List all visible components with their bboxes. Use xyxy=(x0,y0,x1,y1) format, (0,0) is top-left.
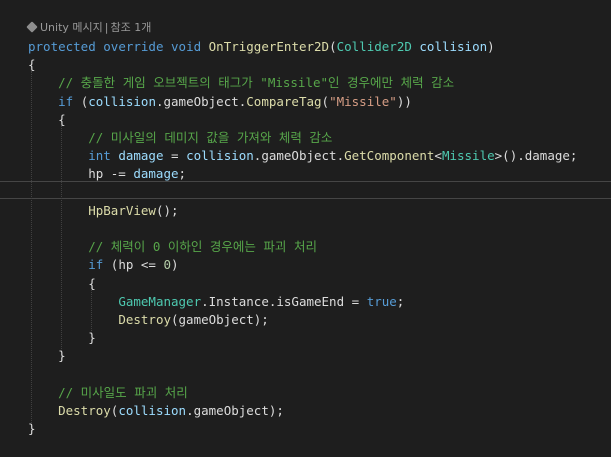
code-token: damage xyxy=(133,166,179,182)
code-token: { xyxy=(28,275,96,291)
code-token: damage xyxy=(118,148,164,164)
code-line[interactable] xyxy=(0,184,611,202)
code-line[interactable] xyxy=(0,366,611,384)
code-token: GameManager xyxy=(118,293,202,309)
code-token: void xyxy=(171,39,202,54)
code-token: 0 xyxy=(163,257,172,273)
code-token: int xyxy=(88,148,111,164)
code-token: // 충돌한 게임 오브젝트의 태그가 "Missile"인 경우에만 체력 감… xyxy=(58,75,455,91)
code-token: protected xyxy=(28,39,96,54)
code-token: collision xyxy=(419,39,488,54)
codelens-separator: | xyxy=(104,20,109,34)
code-token: (hp <= xyxy=(103,257,164,273)
code-token: < xyxy=(434,148,442,164)
code-token: // 미사일의 데미지 값을 가져와 체력 감소 xyxy=(88,130,333,145)
code-token: override xyxy=(103,39,164,54)
code-token: { xyxy=(28,57,36,73)
codelens-references[interactable]: 참조 1개 xyxy=(110,19,151,35)
code-line[interactable]: { xyxy=(0,111,611,129)
code-token: collision xyxy=(186,148,254,164)
code-line[interactable]: HpBarView(); xyxy=(0,202,611,220)
code-token: = xyxy=(163,148,187,164)
code-token: (gameObject); xyxy=(171,312,269,327)
code-line[interactable]: protected override void OnTriggerEnter2D… xyxy=(0,38,611,56)
code-token: // 미사일도 파괴 처리 xyxy=(58,384,188,400)
code-line[interactable] xyxy=(0,220,611,238)
code-token: Destroy xyxy=(118,312,171,327)
code-token: if xyxy=(58,93,74,109)
code-token: ) xyxy=(171,257,179,273)
code-token: GetComponent xyxy=(344,148,435,164)
code-token: "Missile" xyxy=(329,93,397,109)
code-token: .gameObject. xyxy=(155,93,247,109)
code-token: OnTriggerEnter2D xyxy=(208,39,330,54)
code-line[interactable]: { xyxy=(0,56,611,74)
unity-icon xyxy=(26,21,38,33)
code-token: ( xyxy=(329,39,337,54)
code-line[interactable]: } xyxy=(0,329,611,347)
code-token: true xyxy=(366,293,397,309)
code-token: ) xyxy=(487,39,495,54)
codelens-unity-message[interactable]: Unity 메시지 xyxy=(26,19,103,35)
code-line[interactable]: if (collision.gameObject.CompareTag("Mis… xyxy=(0,93,611,111)
code-line[interactable]: // 미사일도 파괴 처리 xyxy=(0,384,611,402)
codelens-unity-label: Unity 메시지 xyxy=(40,21,103,34)
code-token: collision xyxy=(88,93,156,109)
code-line[interactable]: { xyxy=(0,275,611,293)
code-line[interactable]: // 체력이 0 이하인 경우에는 파괴 처리 xyxy=(0,238,611,256)
code-line[interactable]: int damage = collision.gameObject.GetCom… xyxy=(0,147,611,165)
code-token: Collider2D xyxy=(336,39,412,54)
code-token: } xyxy=(28,330,96,346)
code-token: (); xyxy=(155,202,179,218)
code-token: Destroy xyxy=(58,403,111,418)
code-token: Missile xyxy=(441,148,495,164)
code-token: } xyxy=(28,421,36,437)
code-line[interactable]: Destroy(gameObject); xyxy=(0,311,611,329)
code-token: ( xyxy=(321,93,330,109)
code-token: )) xyxy=(396,93,412,109)
code-token: hp -= xyxy=(28,166,134,182)
code-token: HpBarView xyxy=(88,202,156,218)
code-token: // 체력이 0 이하인 경우에는 파괴 처리 xyxy=(88,239,317,255)
code-token: collision xyxy=(118,403,187,418)
code-line[interactable]: } xyxy=(0,420,611,438)
code-token: ( xyxy=(73,93,89,109)
code-token: >().damage; xyxy=(494,148,578,164)
code-token: .gameObject); xyxy=(186,403,284,418)
code-line[interactable]: // 미사일의 데미지 값을 가져와 체력 감소 xyxy=(0,129,611,147)
code-line[interactable]: GameManager.Instance.isGameEnd = true; xyxy=(0,293,611,311)
codelens: Unity 메시지 | 참조 1개 xyxy=(26,19,151,35)
code-token: } xyxy=(28,348,66,364)
code-token: { xyxy=(28,111,66,127)
code-token: .Instance.isGameEnd = xyxy=(201,293,367,309)
code-token: CompareTag xyxy=(246,93,322,109)
code-token: if xyxy=(88,257,104,273)
code-editor[interactable]: Unity 메시지 | 참조 1개 protected override voi… xyxy=(0,0,611,457)
code-line[interactable]: } xyxy=(0,347,611,365)
code-line[interactable]: // 충돌한 게임 오브젝트의 태그가 "Missile"인 경우에만 체력 감… xyxy=(0,74,611,92)
code-token: ; xyxy=(396,293,405,309)
code-line[interactable]: hp -= damage; xyxy=(0,165,611,183)
code-token: ; xyxy=(178,166,187,182)
code-line[interactable]: if (hp <= 0) xyxy=(0,256,611,274)
code-line[interactable]: Destroy(collision.gameObject); xyxy=(0,402,611,420)
code-token: .gameObject. xyxy=(253,148,345,164)
